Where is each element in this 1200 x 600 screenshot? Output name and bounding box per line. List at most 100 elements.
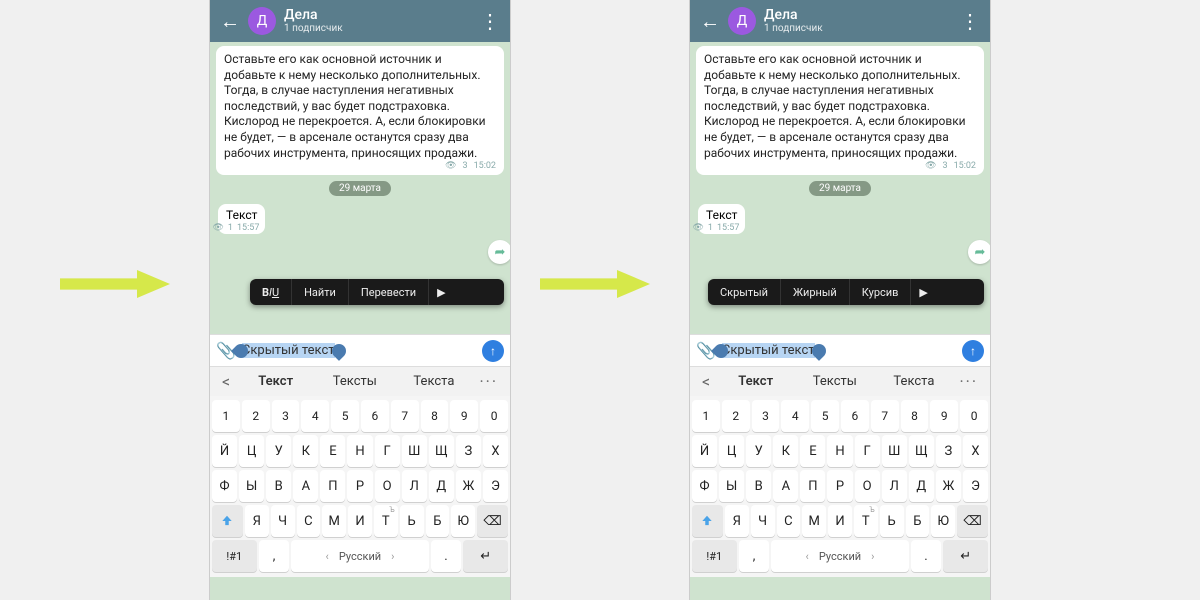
key[interactable]: Ц (239, 435, 264, 467)
back-icon[interactable]: ← (698, 9, 722, 34)
context-menu-item[interactable]: Жирный (781, 279, 850, 305)
suggestion-item[interactable]: Тексты (797, 374, 872, 389)
key[interactable]: О (855, 470, 880, 502)
key[interactable]: Ь (400, 505, 424, 537)
key[interactable]: Й (692, 435, 717, 467)
suggestion-item[interactable]: Текста (396, 374, 471, 389)
key[interactable]: 4 (781, 400, 809, 432)
key[interactable]: М (322, 505, 346, 537)
key[interactable]: Л (402, 470, 427, 502)
space-key[interactable]: ‹Русский› (291, 540, 428, 572)
enter-key[interactable]: ↵ (943, 540, 988, 572)
channel-title-block[interactable]: Дела 1 подписчик (764, 8, 958, 34)
key[interactable]: 6 (361, 400, 389, 432)
message-bubble-small[interactable]: Текст 👁 1 15:57 (698, 204, 745, 234)
key[interactable]: 6 (841, 400, 869, 432)
key[interactable]: Ш (882, 435, 907, 467)
key[interactable]: В (266, 470, 291, 502)
key[interactable]: Я (725, 505, 749, 537)
key[interactable]: Щ (429, 435, 454, 467)
attach-icon[interactable]: 📎 (216, 341, 236, 360)
key[interactable]: 1 (212, 400, 240, 432)
suggestion-item[interactable]: Тексты (317, 374, 392, 389)
key[interactable]: 5 (811, 400, 839, 432)
key[interactable]: К (773, 435, 798, 467)
key[interactable]: Б (906, 505, 930, 537)
key[interactable]: И (828, 505, 852, 537)
key[interactable]: Ж (456, 470, 481, 502)
back-icon[interactable]: ← (218, 9, 242, 34)
key[interactable]: Е (320, 435, 345, 467)
shift-key[interactable] (692, 505, 723, 537)
key[interactable]: Р (347, 470, 372, 502)
message-bubble[interactable]: Оставьте его как основной источник и доб… (696, 46, 984, 175)
key[interactable]: Б (426, 505, 450, 537)
key[interactable]: Ж (936, 470, 961, 502)
key[interactable]: М (802, 505, 826, 537)
comma-key[interactable]: , (739, 540, 770, 572)
key[interactable]: П (800, 470, 825, 502)
key[interactable]: 9 (930, 400, 958, 432)
suggestion-more-icon[interactable]: ··· (475, 372, 502, 391)
comma-key[interactable]: , (259, 540, 290, 572)
key[interactable]: А (293, 470, 318, 502)
key[interactable]: Ю (931, 505, 955, 537)
key[interactable]: 2 (242, 400, 270, 432)
shift-key[interactable] (212, 505, 243, 537)
context-menu-item[interactable]: Скрытый (708, 279, 781, 305)
key[interactable]: 5 (331, 400, 359, 432)
suggestion-item[interactable]: Текст (718, 374, 793, 389)
key[interactable]: Ф (692, 470, 717, 502)
key[interactable]: Ь (880, 505, 904, 537)
key[interactable]: 7 (391, 400, 419, 432)
key[interactable]: Д (909, 470, 934, 502)
key[interactable]: Ш (402, 435, 427, 467)
key[interactable]: Я (245, 505, 269, 537)
key[interactable]: Ф (212, 470, 237, 502)
context-menu-next-icon[interactable]: ▶ (429, 279, 453, 305)
key[interactable]: Й (212, 435, 237, 467)
key[interactable]: 0 (480, 400, 508, 432)
symbols-key[interactable]: !#1 (692, 540, 737, 572)
suggestion-back-icon[interactable]: < (218, 372, 234, 391)
context-menu-item[interactable]: Курсив (850, 279, 912, 305)
key[interactable]: ТЪ (854, 505, 878, 537)
key[interactable]: Ц (719, 435, 744, 467)
key[interactable]: Э (483, 470, 508, 502)
suggestion-back-icon[interactable]: < (698, 372, 714, 391)
key[interactable]: К (293, 435, 318, 467)
key[interactable]: Ы (719, 470, 744, 502)
key[interactable]: Р (827, 470, 852, 502)
context-menu-next-icon[interactable]: ▶ (911, 279, 935, 305)
period-key[interactable]: . (431, 540, 462, 572)
key[interactable]: Ч (271, 505, 295, 537)
key[interactable]: Н (347, 435, 372, 467)
message-input[interactable]: Скрытый текст (722, 343, 956, 358)
context-menu-item[interactable]: Перевести (349, 279, 429, 305)
key[interactable]: 9 (450, 400, 478, 432)
enter-key[interactable]: ↵ (463, 540, 508, 572)
attach-icon[interactable]: 📎 (696, 341, 716, 360)
key[interactable]: Х (963, 435, 988, 467)
key[interactable]: 7 (871, 400, 899, 432)
key[interactable]: 3 (752, 400, 780, 432)
key[interactable]: И (348, 505, 372, 537)
key[interactable]: С (297, 505, 321, 537)
key[interactable]: З (936, 435, 961, 467)
backspace-key[interactable]: ⌫ (477, 505, 508, 537)
format-biu-item[interactable]: BIU (250, 279, 292, 305)
key[interactable]: Ю (451, 505, 475, 537)
key[interactable]: 4 (301, 400, 329, 432)
key[interactable]: Э (963, 470, 988, 502)
key[interactable]: 2 (722, 400, 750, 432)
more-icon[interactable]: ⋮ (478, 9, 502, 33)
key[interactable]: П (320, 470, 345, 502)
channel-avatar[interactable]: Д (248, 7, 276, 35)
key[interactable]: Г (855, 435, 880, 467)
key[interactable]: С (777, 505, 801, 537)
key[interactable]: 8 (901, 400, 929, 432)
suggestion-item[interactable]: Текста (876, 374, 951, 389)
share-button[interactable]: ➦ (968, 240, 990, 264)
share-button[interactable]: ➦ (488, 240, 510, 264)
channel-title-block[interactable]: Дела 1 подписчик (284, 8, 478, 34)
